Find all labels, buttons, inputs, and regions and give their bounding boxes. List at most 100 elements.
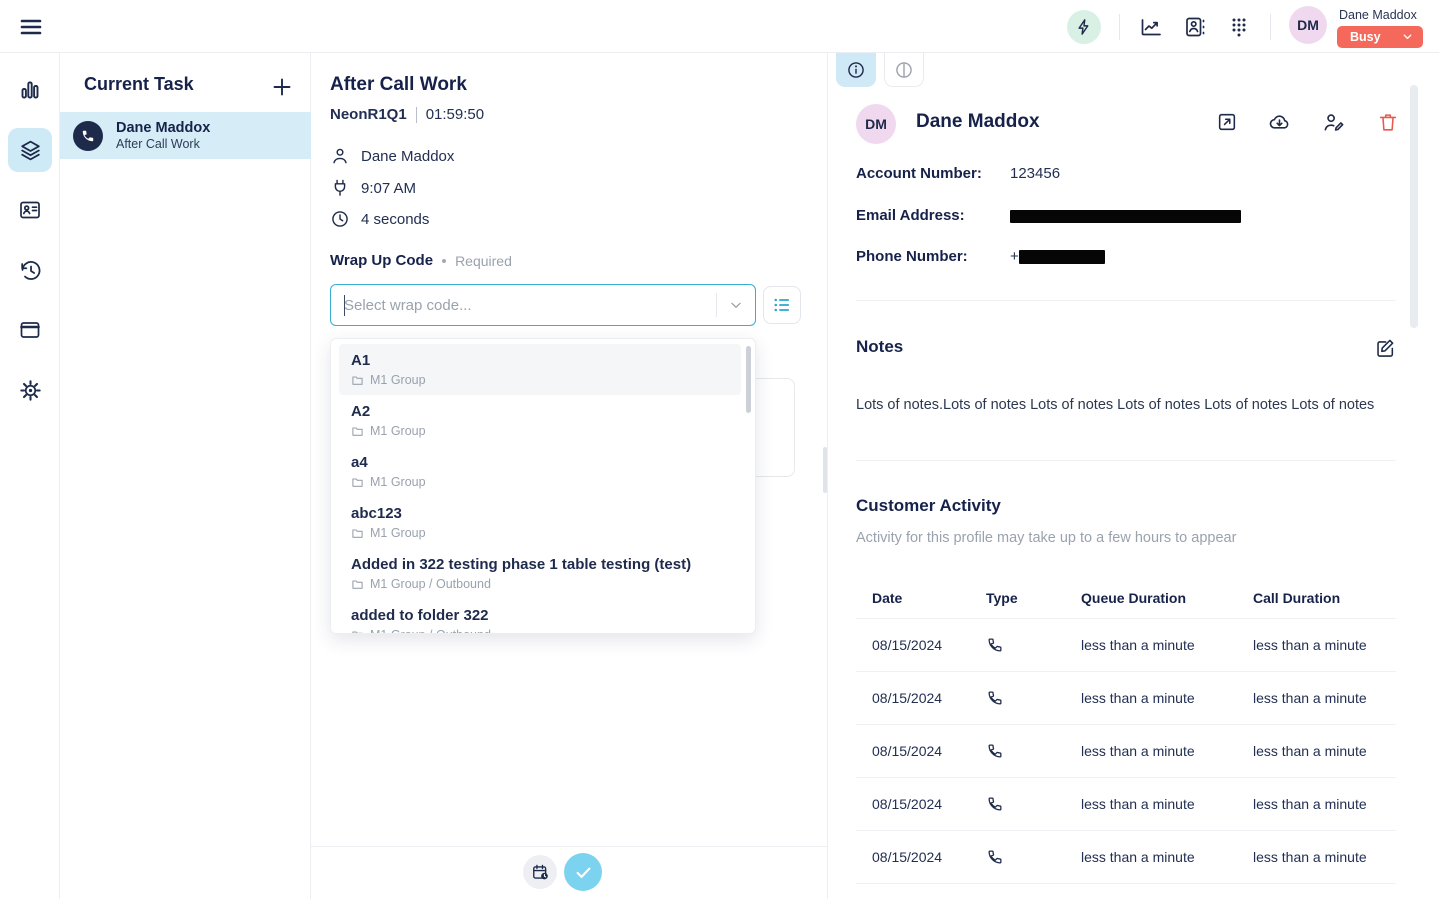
activity-table-row[interactable]: 08/15/2024 less than a minute less than … [856,725,1396,778]
sidebar-item-tasks[interactable] [8,128,52,172]
edit-profile-button[interactable] [1322,111,1346,135]
menu-icon[interactable] [18,15,44,39]
select-chevron[interactable] [717,297,755,313]
bar-chart-icon [18,78,42,102]
dialpad-icon [1227,15,1251,39]
chevron-down-icon [728,297,744,313]
lightning-icon [1075,18,1093,36]
activity-queue-duration: less than a minute [1081,690,1253,706]
wrap-code-option-label: A2 [351,402,729,421]
user-name: Dane Maddox [1339,8,1423,22]
dialpad-button[interactable] [1226,14,1252,40]
history-icon [18,258,43,283]
wrap-code-option[interactable]: A1 M1 Group [339,344,741,395]
account-number-label: Account Number: [856,165,982,182]
sidebar-item-analytics[interactable] [8,68,52,112]
performance-chart-button[interactable] [1138,14,1164,40]
trash-icon [1377,111,1399,133]
wrap-code-option-group: M1 Group [351,475,729,489]
folder-icon [351,374,364,387]
profile-scrollbar[interactable] [1410,85,1418,328]
redaction-bar [1019,250,1105,264]
activity-queue-duration: less than a minute [1081,637,1253,653]
flash-button[interactable] [1067,10,1101,44]
wrap-code-option-group: M1 Group [351,526,729,540]
info-icon [846,60,866,80]
person-icon [330,146,350,166]
column-date: Date [872,590,986,606]
open-profile-button[interactable] [1216,111,1240,135]
sidebar-item-contacts[interactable] [8,188,52,232]
activity-date: 08/15/2024 [872,796,986,812]
wrap-code-option[interactable]: abc123 M1 Group [339,497,741,548]
tab-info[interactable] [836,53,876,87]
dropdown-scrollbar[interactable] [746,346,751,413]
task-list-item[interactable]: Dane Maddox After Call Work [60,112,311,159]
activity-date: 08/15/2024 [872,690,986,706]
detail-contact-name: Dane Maddox [361,148,454,165]
notes-title: Notes [856,337,903,357]
wrap-code-option-group: M1 Group / Outbound [351,577,729,591]
sidebar-item-pages[interactable] [8,308,52,352]
customer-activity-subtitle: Activity for this profile may take up to… [856,530,1236,546]
wrap-code-option[interactable]: a4 M1 Group [339,446,741,497]
edit-notes-button[interactable] [1374,337,1398,361]
wrap-code-option-group: M1 Group / Outbound [351,628,729,634]
download-profile-button[interactable] [1268,111,1292,135]
add-task-button[interactable] [270,75,294,99]
phone-icon [73,121,103,151]
activity-date: 08/15/2024 [872,743,986,759]
sidebar-item-settings[interactable] [8,368,52,412]
wrap-code-option[interactable]: added to folder 322 M1 Group / Outbound [339,599,741,634]
line-chart-icon [1139,15,1163,39]
task-contact-name: Dane Maddox [116,120,210,137]
task-detail-panel: After Call Work NeonR1Q1 01:59:50 Dane M… [311,53,828,899]
delete-profile-button[interactable] [1377,111,1401,135]
activity-table: Date Type Queue Duration Call Duration 0… [856,577,1396,884]
gear-icon [18,378,43,403]
sidebar-item-history[interactable] [8,248,52,292]
phone-call-icon [986,795,1081,813]
activity-date: 08/15/2024 [872,849,986,865]
activity-call-duration: less than a minute [1253,690,1396,706]
activity-call-duration: less than a minute [1253,849,1396,865]
contacts-button[interactable] [1182,14,1208,40]
column-queue-duration: Queue Duration [1081,590,1253,606]
user-edit-icon [1322,111,1345,134]
folder-icon [351,629,364,635]
activity-call-duration: less than a minute [1253,743,1396,759]
wrap-code-option[interactable]: A2 M1 Group [339,395,741,446]
profile-avatar: DM [856,104,896,144]
activity-table-row[interactable]: 08/15/2024 less than a minute less than … [856,672,1396,725]
status-dropdown[interactable]: Busy [1337,26,1423,48]
required-badge: Required [455,253,512,269]
plus-icon [270,75,294,99]
edit-icon [1374,337,1396,359]
activity-table-row[interactable]: 08/15/2024 less than a minute less than … [856,619,1396,672]
wrap-up-code-label: Wrap Up Code [330,252,433,269]
nav-rail [0,53,60,899]
wrap-code-input[interactable] [331,297,716,314]
avatar[interactable]: DM [1289,6,1327,44]
task-status: After Call Work [116,137,210,151]
complete-task-button[interactable] [564,853,602,891]
wrap-code-option-label: abc123 [351,504,729,523]
task-detail-title: After Call Work [330,74,467,96]
activity-table-row[interactable]: 08/15/2024 less than a minute less than … [856,778,1396,831]
activity-table-row[interactable]: 08/15/2024 less than a minute less than … [856,831,1396,884]
panel-scrollbar[interactable] [823,447,827,493]
activity-queue-duration: less than a minute [1081,743,1253,759]
cloud-download-icon [1268,111,1291,134]
wrap-code-option[interactable]: Added in 322 testing phase 1 table testi… [339,548,741,599]
phone-call-icon [986,848,1081,866]
wrap-code-dropdown: A1 M1 Group A2 M1 Group a4 [330,338,756,634]
divider [856,300,1396,301]
wrap-code-select[interactable] [330,284,756,326]
browse-wrap-codes-button[interactable] [763,286,801,324]
schedule-button[interactable] [523,855,557,889]
divider [311,846,828,847]
task-list-panel: Current Task Dane Maddox After Call Work [60,53,311,899]
list-icon [772,295,792,315]
tab-journey[interactable] [884,53,924,87]
separator [416,107,417,123]
